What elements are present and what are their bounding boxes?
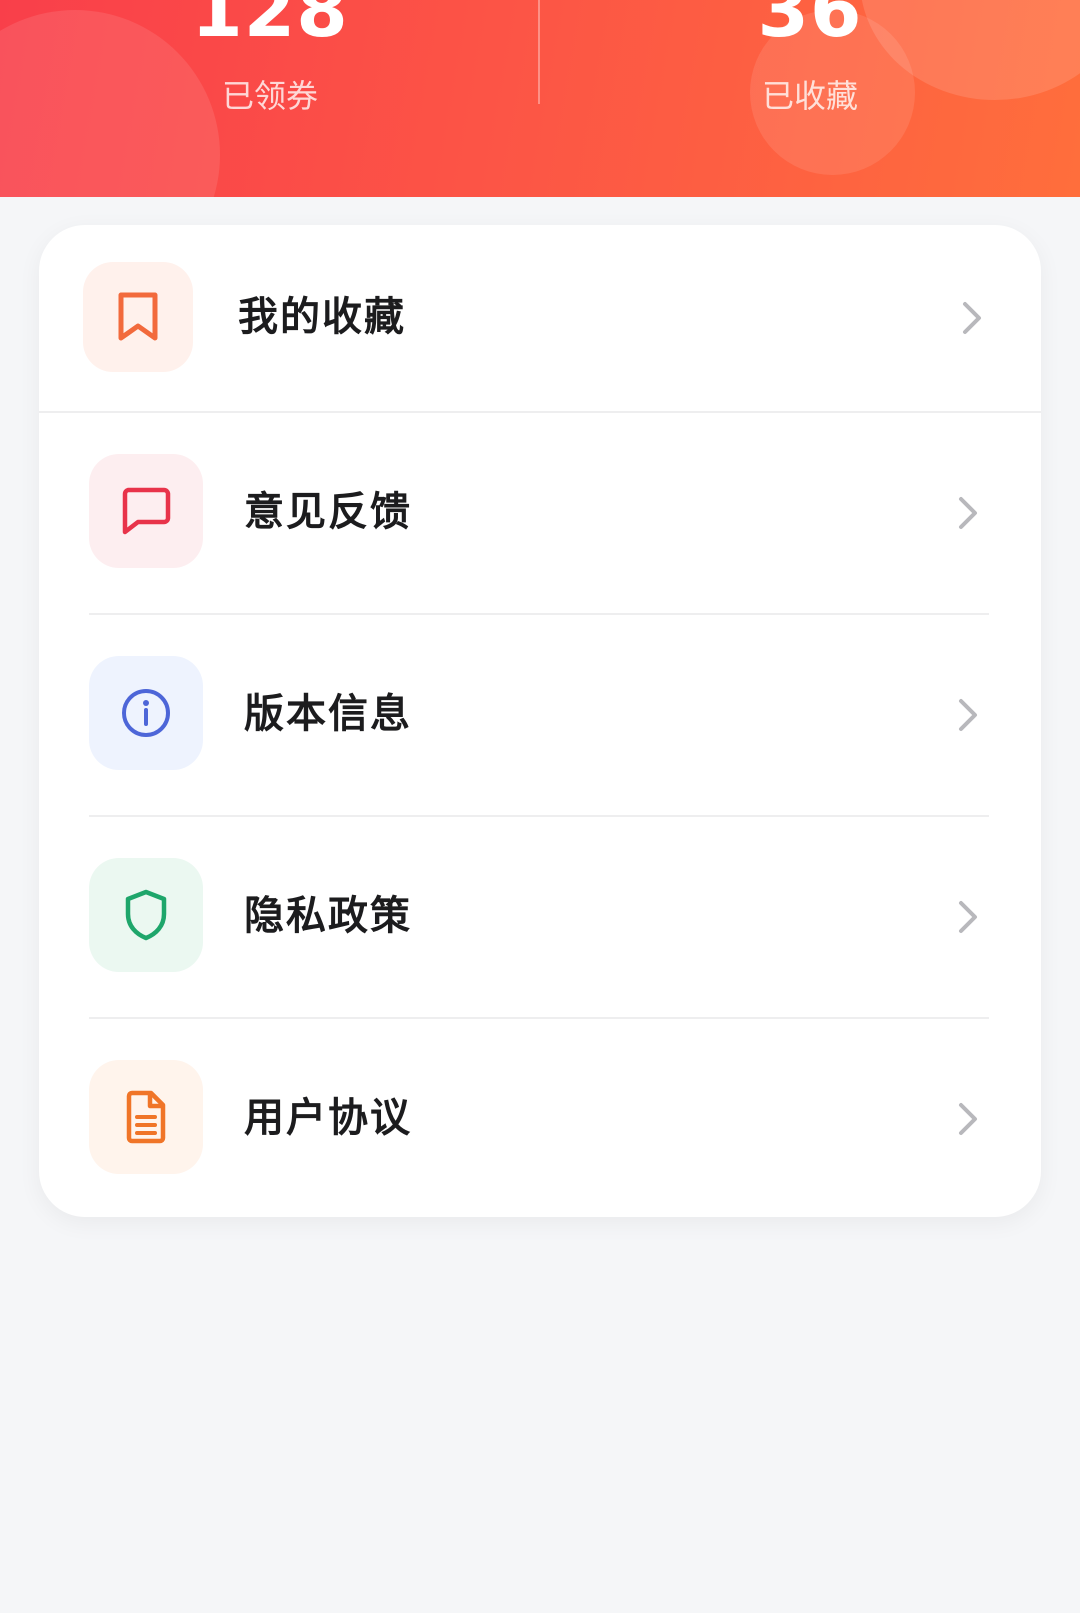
menu-item-label: 隐私政策 [244, 893, 412, 939]
chevron-right-icon [959, 699, 977, 731]
privacy-icon-box [89, 858, 203, 972]
chevron-right-icon [963, 302, 981, 334]
chevron-right-icon [959, 1103, 977, 1135]
shield-icon [125, 889, 167, 941]
document-icon [126, 1090, 166, 1144]
coupons-label: 已领券 [221, 77, 318, 115]
version-icon-box [89, 656, 203, 770]
menu-item-version[interactable]: 版本信息 [39, 615, 1041, 815]
favorites-label: 已收藏 [761, 77, 858, 115]
menu-item-privacy[interactable]: 隐私政策 [39, 817, 1041, 1017]
profile-header: 128 已领券 36 已收藏 [0, 0, 1080, 197]
menu-item-user-agreement[interactable]: 用户协议 [39, 1019, 1041, 1217]
feedback-icon-box [89, 454, 203, 568]
info-icon [122, 689, 170, 737]
menu-item-label: 我的收藏 [238, 294, 406, 340]
menu-item-favorites[interactable]: 我的收藏 [39, 225, 1041, 411]
stat-divider [538, 0, 540, 104]
menu-item-label: 用户协议 [244, 1095, 412, 1141]
message-icon [122, 487, 171, 535]
bookmark-icon [118, 292, 158, 341]
menu-item-label: 意见反馈 [244, 489, 412, 535]
menu-item-label: 版本信息 [244, 691, 412, 737]
agreement-icon-box [89, 1060, 203, 1174]
menu-card: 我的收藏 意见反馈 版本信息 隐私政策 用户协议 [39, 225, 1041, 1217]
chevron-right-icon [959, 497, 977, 529]
chevron-right-icon [959, 901, 977, 933]
favorites-count: 36 [757, 0, 863, 54]
menu-item-feedback[interactable]: 意见反馈 [39, 413, 1041, 613]
favorites-icon-box [83, 262, 193, 372]
coupons-count: 128 [191, 0, 349, 54]
